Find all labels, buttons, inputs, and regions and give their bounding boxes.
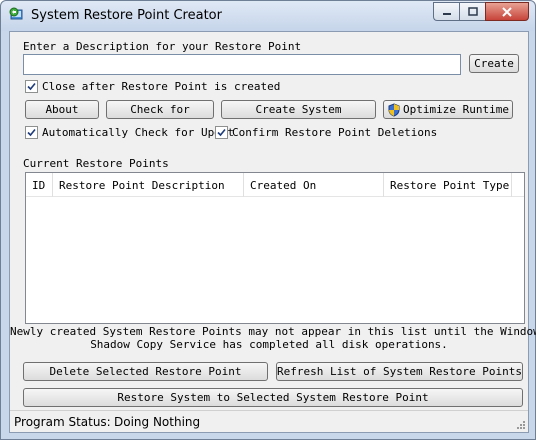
confirm-delete-option[interactable]: Confirm Restore Point Deletions	[215, 126, 437, 139]
restore-points-label: Current Restore Points	[23, 157, 169, 170]
app-window: System Restore Point Creator Enter a Des…	[0, 0, 536, 440]
refresh-list-button[interactable]: Refresh List of System Restore Points	[276, 362, 523, 381]
close-after-checkbox[interactable]	[25, 80, 38, 93]
app-restore-icon	[9, 7, 25, 23]
optimize-runtime-button[interactable]: Optimize Runtime	[383, 100, 513, 119]
resize-grip-icon[interactable]	[516, 420, 526, 430]
auto-check-checkbox[interactable]	[25, 126, 38, 139]
status-bar: Program Status: Doing Nothing	[10, 410, 528, 432]
about-button[interactable]: About	[25, 100, 99, 119]
check-for-button[interactable]: Check for	[106, 100, 214, 119]
delete-selected-button[interactable]: Delete Selected Restore Point	[23, 362, 268, 381]
column-header-description[interactable]: Restore Point Description	[53, 173, 244, 197]
close-icon[interactable]	[485, 2, 529, 21]
notice-line-2: Shadow Copy Service has completed all di…	[90, 338, 448, 351]
create-button[interactable]: Create	[469, 54, 519, 73]
confirm-delete-checkbox[interactable]	[215, 126, 228, 139]
description-input[interactable]	[23, 54, 461, 75]
main-panel: Enter a Description for your Restore Poi…	[9, 31, 536, 433]
close-after-option[interactable]: Close after Restore Point is created	[25, 80, 280, 93]
status-label: Program Status:	[14, 415, 111, 429]
shield-icon	[387, 102, 401, 117]
window-title: System Restore Point Creator	[31, 8, 222, 23]
close-after-label: Close after Restore Point is created	[42, 80, 281, 93]
restore-points-list[interactable]: ID Restore Point Description Created On …	[25, 172, 525, 324]
window-controls	[433, 2, 529, 21]
create-system-button[interactable]: Create System	[221, 100, 376, 119]
auto-check-option[interactable]: Automatically Check for Updat	[25, 126, 234, 139]
restore-selected-button[interactable]: Restore System to Selected System Restor…	[23, 388, 523, 407]
minimize-icon[interactable]	[433, 2, 459, 21]
optimize-runtime-label: Optimize Runtime	[403, 103, 509, 116]
list-header: ID Restore Point Description Created On …	[26, 173, 524, 197]
auto-check-label: Automatically Check for Updat	[42, 126, 235, 139]
status-value: Doing Nothing	[114, 415, 201, 429]
title-bar[interactable]: System Restore Point Creator	[1, 1, 535, 31]
column-header-type[interactable]: Restore Point Type	[384, 173, 512, 197]
description-label: Enter a Description for your Restore Poi…	[23, 40, 302, 53]
notice-line-1: Newly created System Restore Points may …	[10, 325, 536, 338]
column-header-created-on[interactable]: Created On	[244, 173, 384, 197]
confirm-delete-label: Confirm Restore Point Deletions	[232, 126, 438, 139]
maximize-icon[interactable]	[459, 2, 485, 21]
column-header-id[interactable]: ID	[26, 173, 53, 197]
